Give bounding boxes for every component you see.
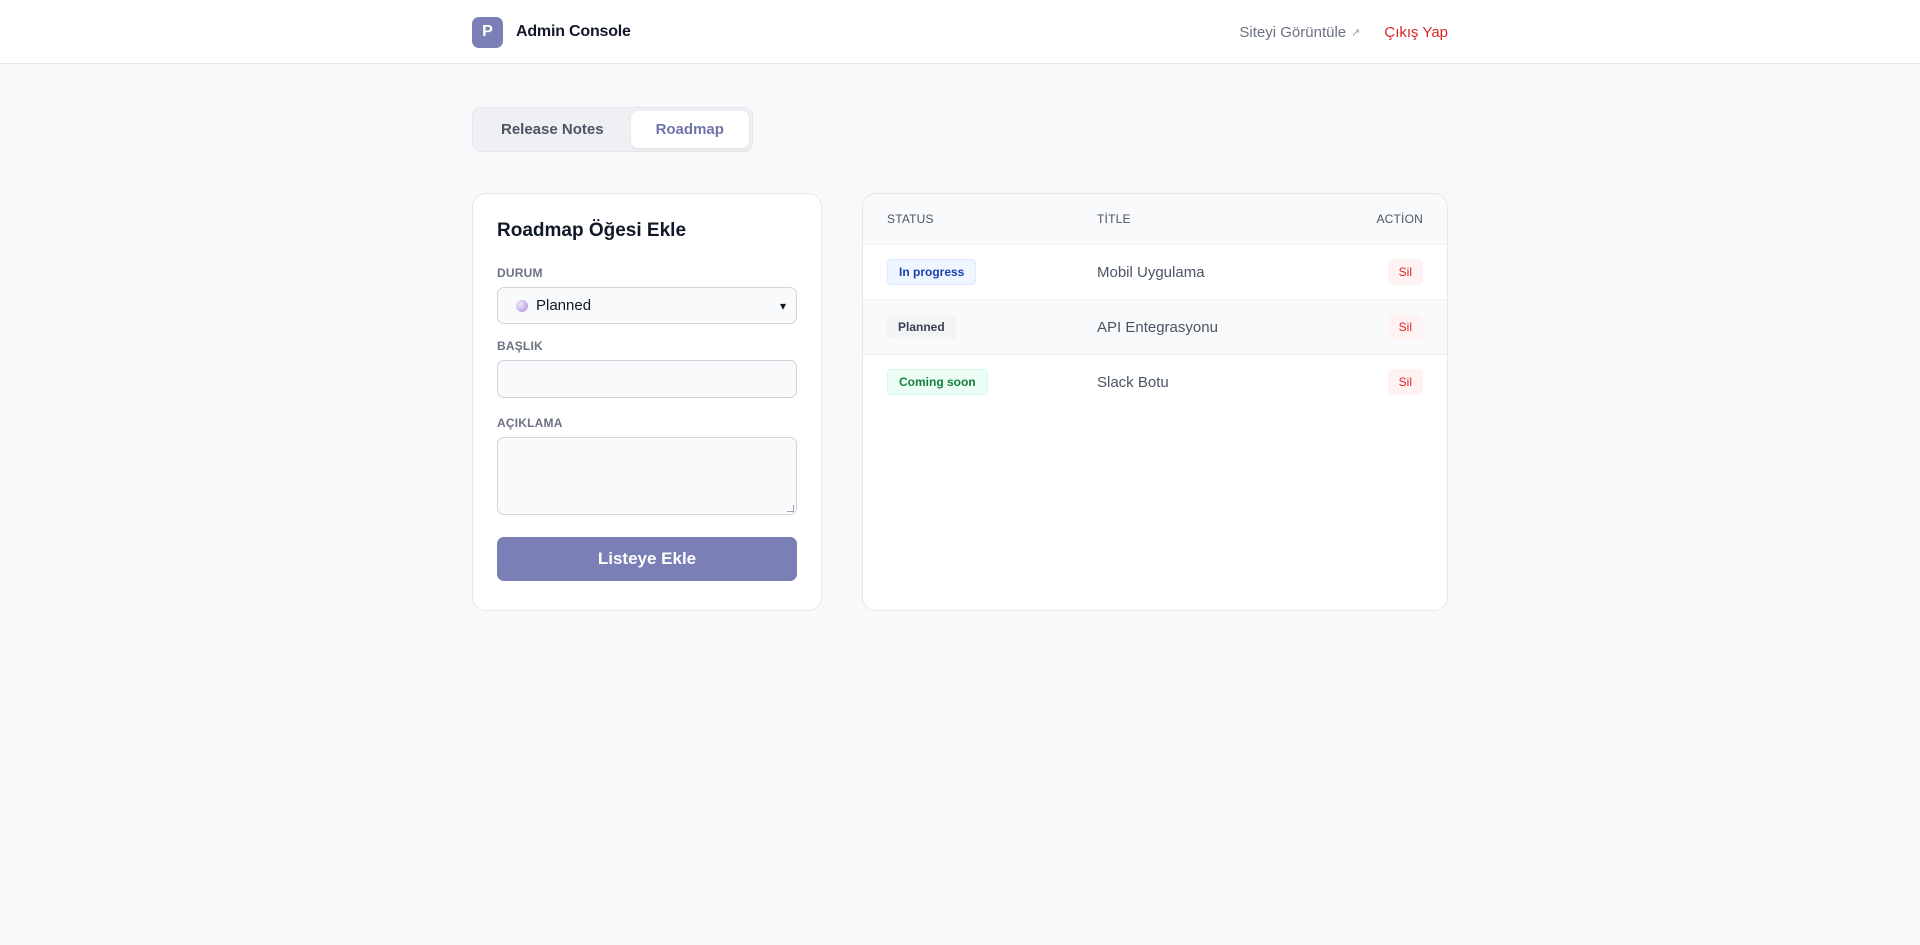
add-to-list-button[interactable]: Listeye Ekle <box>497 537 797 581</box>
header-action: ACTİON <box>1376 212 1423 226</box>
logo-icon: P <box>472 16 503 48</box>
form-title: Roadmap Öğesi Ekle <box>497 220 687 241</box>
view-site-link[interactable]: Siteyi Görüntüle ↗ <box>1239 24 1360 41</box>
row-title: Mobil Uygulama <box>1097 263 1205 281</box>
tab-release-notes[interactable]: Release Notes <box>476 111 629 148</box>
roadmap-table: STATUS TİTLE ACTİON In progress Mobil Uy… <box>862 193 1448 611</box>
resize-handle-icon[interactable] <box>787 505 794 512</box>
status-select-value: Planned <box>536 297 592 314</box>
row-title: Slack Botu <box>1097 373 1169 391</box>
top-bar: P Admin Console Siteyi Görüntüle ↗ Çıkış… <box>0 0 1920 64</box>
brand[interactable]: P Admin Console <box>472 16 631 48</box>
status-dot-icon <box>516 299 528 312</box>
description-textarea[interactable] <box>497 437 797 515</box>
delete-button[interactable]: Sil <box>1387 259 1423 285</box>
table-row: Coming soon Slack Botu Sil <box>863 354 1447 409</box>
row-title: API Entegrasyonu <box>1097 318 1218 336</box>
table-header: STATUS TİTLE ACTİON <box>863 194 1447 244</box>
chevron-down-icon: ▾ <box>779 298 786 313</box>
tab-bar: Release Notes Roadmap <box>472 107 753 152</box>
external-link-icon: ↗ <box>1351 26 1361 39</box>
status-select[interactable]: Planned ▾ <box>497 287 797 324</box>
header-status: STATUS <box>887 212 934 226</box>
view-site-label: Siteyi Görüntüle <box>1239 23 1347 41</box>
status-badge: Coming soon <box>887 369 988 395</box>
title-input[interactable] <box>497 360 797 398</box>
tab-roadmap[interactable]: Roadmap <box>630 111 749 148</box>
delete-button[interactable]: Sil <box>1387 314 1423 340</box>
logout-link[interactable]: Çıkış Yap <box>1384 24 1448 41</box>
description-label: AÇIKLAMA <box>497 416 563 430</box>
app-name: Admin Console <box>516 23 631 40</box>
delete-button[interactable]: Sil <box>1387 369 1423 395</box>
header-title: TİTLE <box>1097 212 1131 226</box>
status-badge: In progress <box>887 259 977 285</box>
table-row: In progress Mobil Uygulama Sil <box>863 244 1447 299</box>
title-label: BAŞLIK <box>497 339 543 353</box>
status-badge: Planned <box>887 315 956 339</box>
table-row: Planned API Entegrasyonu Sil <box>863 299 1447 354</box>
status-label: DURUM <box>497 266 543 280</box>
add-roadmap-form: Roadmap Öğesi Ekle DURUM Planned ▾ BAŞLI… <box>472 193 822 611</box>
